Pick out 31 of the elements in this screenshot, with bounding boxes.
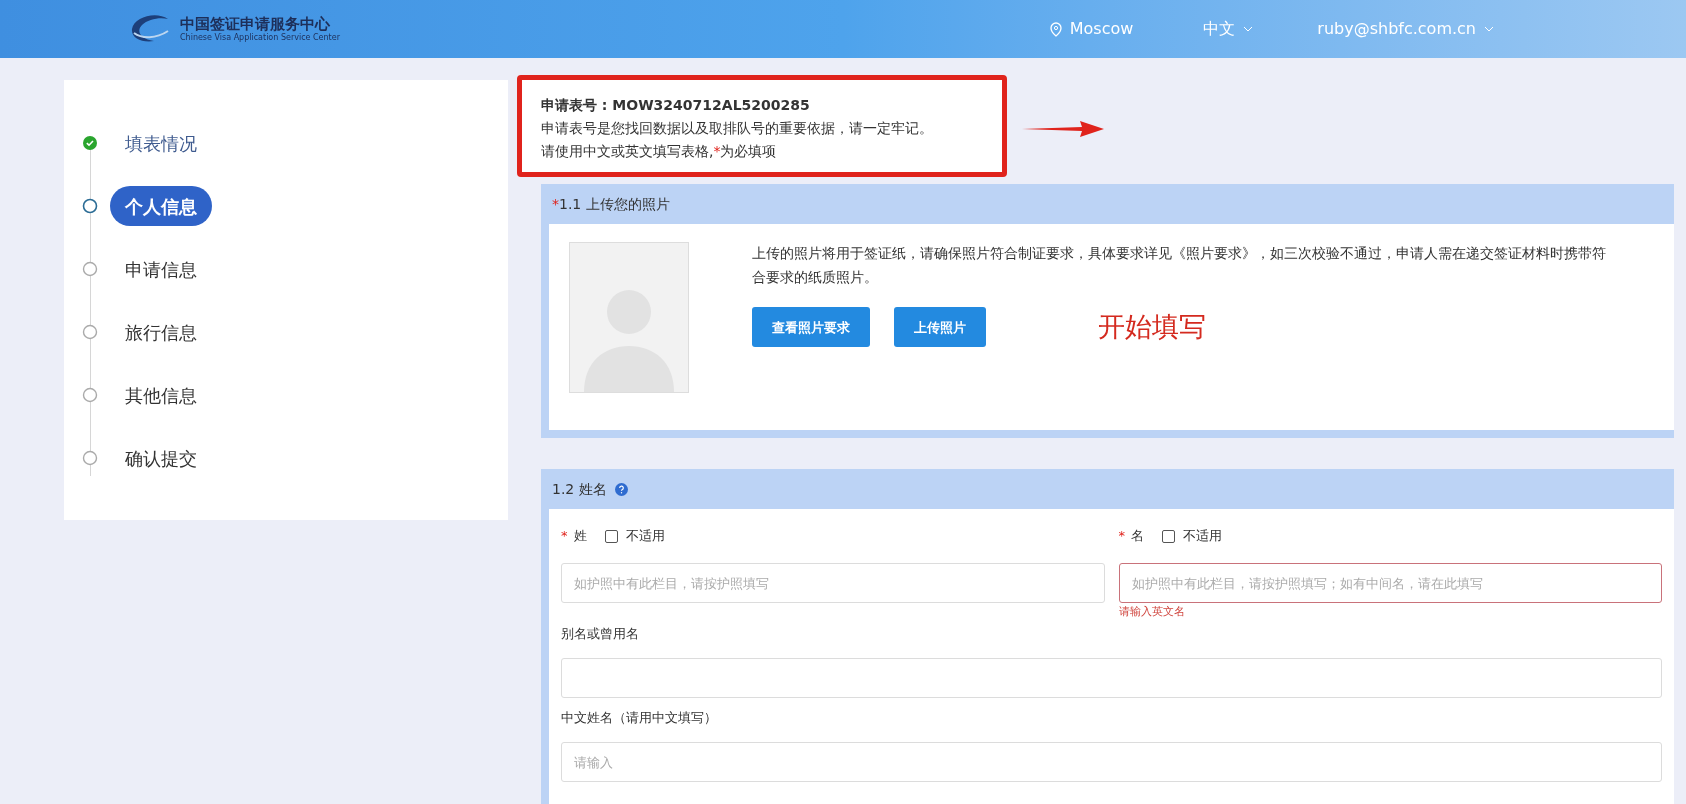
photo-action-button[interactable]: 上传照片 xyxy=(894,307,986,348)
logo-subtitle: Chinese Visa Application Service Center xyxy=(180,33,340,44)
input-field[interactable]: 如护照中有此栏目，请按护照填写；如有中间名，请在此填写 xyxy=(1118,563,1662,603)
location-pin-icon xyxy=(1049,21,1062,37)
help-icon[interactable] xyxy=(614,482,628,496)
section-title: 1.2 姓名 xyxy=(552,479,607,499)
field-label: * 姓 xyxy=(561,527,587,546)
logo-title: 中国签证申请服务中心 xyxy=(180,14,331,33)
photo-requirements-text: 上传的照片将用于签证纸，请确保照片符合制证要求，具体要求详见《照片要求》，如三次校验不通过，申请人需在递交签证材料时携带符合要求的纸质照片。 xyxy=(752,244,1607,287)
step-item[interactable]: 个人信息 xyxy=(110,186,212,226)
step-item[interactable]: 申请信息 xyxy=(110,249,212,289)
step-item[interactable]: 旅行信息 xyxy=(110,312,212,352)
checkbox-label: 不适用 xyxy=(1183,527,1222,546)
step-item[interactable]: 确认提交 xyxy=(110,438,212,478)
section-title: *1.1 上传您的照片 xyxy=(551,194,671,214)
application-number: 申请表号 : MOW3240712AL5200285 xyxy=(541,96,811,115)
error-message: 请输入英文名 xyxy=(1118,605,1185,618)
chevron-down-icon xyxy=(1243,26,1254,32)
step-item[interactable]: 其他信息 xyxy=(110,375,212,415)
field-label: * 名 xyxy=(1118,527,1144,546)
step-item[interactable]: 填表情况 xyxy=(110,123,212,163)
instruction-text: 请使用中文或英文填写表格,*为必填项 xyxy=(541,142,778,161)
checkbox[interactable] xyxy=(1162,529,1175,543)
notice-text: 申请表号是您找回数据以及取排队号的重要依据，请一定牢记。 xyxy=(541,119,934,138)
field-label: 别名或曾用名 xyxy=(561,625,640,643)
checkbox[interactable] xyxy=(604,529,618,543)
chevron-down-icon xyxy=(1484,26,1494,32)
annotation-text: 开始填写 xyxy=(1098,310,1206,344)
photo-action-button[interactable]: 查看照片要求 xyxy=(752,307,870,348)
checkbox-label: 不适用 xyxy=(625,527,665,546)
field-label: 中文姓名（请用中文填写） xyxy=(561,709,718,727)
